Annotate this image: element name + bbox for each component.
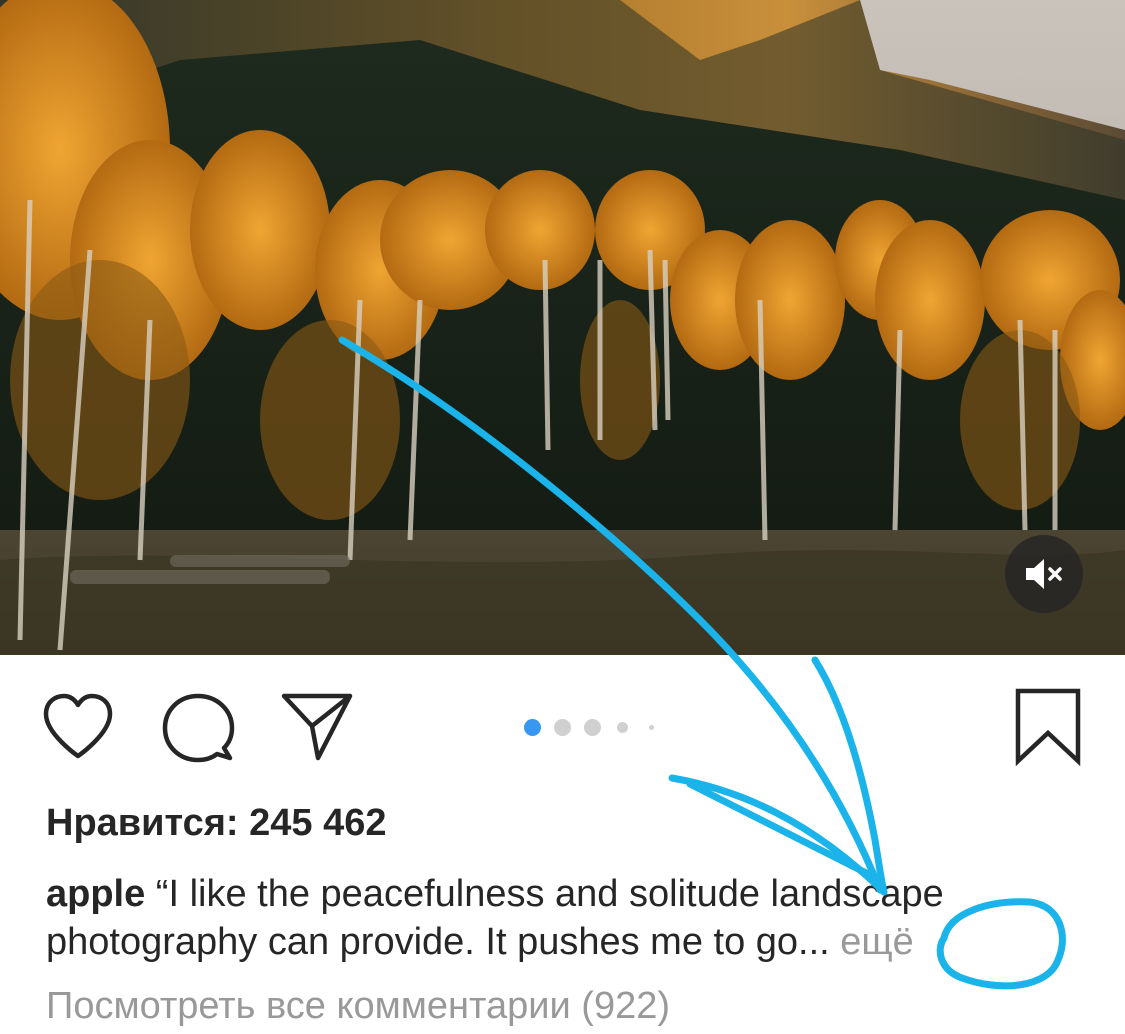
comment-button[interactable] (160, 690, 236, 766)
view-all-comments-link[interactable]: Посмотреть все комментарии (922) (46, 985, 670, 1028)
landscape-photo (0, 0, 1125, 655)
mute-button[interactable] (1005, 535, 1083, 613)
post-caption: apple “I like the peacefulness and solit… (46, 870, 1106, 966)
paper-plane-icon (281, 693, 353, 761)
caption-more-link[interactable]: ещё (830, 921, 914, 963)
carousel-indicator (520, 717, 670, 737)
caption-username[interactable]: apple (46, 873, 145, 915)
like-button[interactable] (40, 690, 116, 766)
carousel-dot (617, 722, 628, 733)
likes-count[interactable]: Нравится: 245 462 (46, 802, 387, 845)
share-button[interactable] (280, 688, 356, 764)
carousel-dot (554, 719, 571, 736)
comment-bubble-icon (162, 693, 235, 763)
carousel-dot (649, 725, 654, 730)
carousel-dot-active (524, 719, 541, 736)
save-button[interactable] (1010, 685, 1086, 767)
post-action-bar (0, 655, 1125, 795)
heart-icon (43, 693, 113, 759)
carousel-dot (584, 719, 601, 736)
caption-text: “I like the peacefulness and solitude la… (46, 873, 944, 963)
post-photo[interactable] (0, 0, 1125, 655)
bookmark-icon (1015, 688, 1081, 767)
speaker-muted-icon (1026, 559, 1062, 589)
